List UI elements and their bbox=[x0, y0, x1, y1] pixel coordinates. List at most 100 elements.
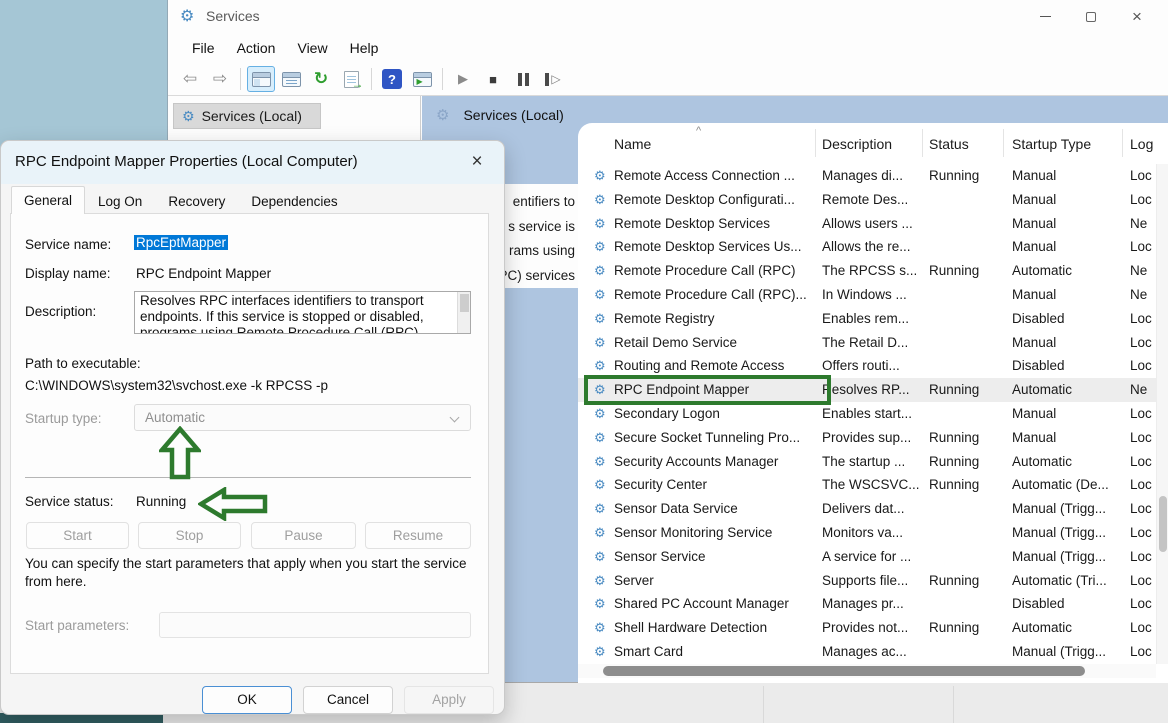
display-name-value: RPC Endpoint Mapper bbox=[136, 266, 271, 281]
sort-ascending-icon: ^ bbox=[696, 125, 701, 137]
resume-button[interactable]: Resume bbox=[365, 522, 471, 549]
service-status bbox=[929, 283, 1007, 307]
column-header-startup-type[interactable]: Startup Type bbox=[1012, 123, 1091, 164]
menu-view[interactable]: View bbox=[286, 36, 338, 60]
show-console-tree-icon[interactable] bbox=[247, 66, 275, 92]
close-button[interactable]: × bbox=[1114, 0, 1160, 33]
table-row[interactable]: ⚙Remote Desktop Configurati...Remote Des… bbox=[578, 188, 1156, 212]
restart-service-icon[interactable]: ▷ bbox=[539, 66, 567, 92]
table-row[interactable]: ⚙Secondary LogonEnables start...ManualLo… bbox=[578, 402, 1156, 426]
forward-icon[interactable]: ⇨ bbox=[206, 66, 234, 92]
service-status: Running bbox=[929, 450, 1007, 474]
service-startup-type: Manual bbox=[1012, 188, 1126, 212]
start-params-input[interactable] bbox=[159, 612, 471, 638]
service-startup-type: Manual bbox=[1012, 331, 1126, 355]
start-button[interactable]: Start bbox=[26, 522, 129, 549]
service-startup-type: Automatic bbox=[1012, 616, 1126, 640]
service-logon: Loc bbox=[1130, 545, 1156, 569]
service-startup-type: Manual bbox=[1012, 402, 1126, 426]
column-header-name[interactable]: Name bbox=[614, 123, 651, 164]
description-scrollbar[interactable] bbox=[457, 292, 470, 333]
tab-recovery[interactable]: Recovery bbox=[155, 189, 238, 214]
service-startup-type: Manual bbox=[1012, 283, 1126, 307]
column-header-status[interactable]: Status bbox=[929, 123, 969, 164]
back-icon[interactable]: ⇦ bbox=[176, 66, 204, 92]
table-row[interactable]: ⚙Retail Demo ServiceThe Retail D...Manua… bbox=[578, 331, 1156, 355]
maximize-button[interactable] bbox=[1068, 0, 1114, 33]
ok-button[interactable]: OK bbox=[202, 686, 292, 714]
service-logon: Loc bbox=[1130, 426, 1156, 450]
service-logon: Loc bbox=[1130, 640, 1156, 664]
column-divider[interactable] bbox=[922, 129, 923, 157]
table-row[interactable]: ⚙Sensor ServiceA service for ...Manual (… bbox=[578, 545, 1156, 569]
menu-help[interactable]: Help bbox=[339, 36, 390, 60]
stop-button[interactable]: Stop bbox=[138, 522, 241, 549]
minimize-button[interactable] bbox=[1022, 0, 1068, 33]
table-row[interactable]: ⚙Shell Hardware DetectionProvides not...… bbox=[578, 616, 1156, 640]
horizontal-scrollbar[interactable] bbox=[578, 664, 1156, 678]
column-header-description[interactable]: Description bbox=[822, 123, 892, 164]
service-gear-icon: ⚙ bbox=[594, 569, 606, 593]
service-gear-icon: ⚙ bbox=[594, 450, 606, 474]
service-name: Remote Access Connection ... bbox=[614, 164, 814, 188]
main-pane-title: Services (Local) bbox=[463, 107, 563, 123]
service-startup-type: Automatic bbox=[1012, 378, 1126, 402]
table-row[interactable]: ⚙Smart CardManages ac...Manual (Trigg...… bbox=[578, 640, 1156, 664]
export-list-icon[interactable]: → bbox=[337, 66, 365, 92]
service-description: The startup ... bbox=[822, 450, 924, 474]
menu-action[interactable]: Action bbox=[226, 36, 287, 60]
service-startup-type: Disabled bbox=[1012, 307, 1126, 331]
table-row[interactable]: ⚙Remote Access Connection ...Manages di.… bbox=[578, 164, 1156, 188]
pause-service-icon[interactable] bbox=[509, 66, 537, 92]
vertical-scrollbar-thumb[interactable] bbox=[1159, 496, 1167, 552]
table-row[interactable]: ⚙Shared PC Account ManagerManages pr...D… bbox=[578, 592, 1156, 616]
service-gear-icon: ⚙ bbox=[594, 307, 606, 331]
tree-item-services-local[interactable]: ⚙ Services (Local) bbox=[173, 103, 321, 129]
service-description: Offers routi... bbox=[822, 354, 924, 378]
toolbar: ⇦ ⇨ ↻ → ? ▶ ▶ ■ ▷ bbox=[168, 63, 1168, 96]
tab-dependencies[interactable]: Dependencies bbox=[238, 189, 350, 214]
service-name: Security Center bbox=[614, 473, 814, 497]
service-description: Resolves RP... bbox=[822, 378, 924, 402]
service-name: Remote Registry bbox=[614, 307, 814, 331]
table-row[interactable]: ⚙Remote Desktop ServicesAllows users ...… bbox=[578, 212, 1156, 236]
background-window-edge bbox=[763, 686, 764, 723]
table-row[interactable]: ⚙Security CenterThe WSCSVC...RunningAuto… bbox=[578, 473, 1156, 497]
properties-icon[interactable] bbox=[277, 66, 305, 92]
column-divider[interactable] bbox=[1003, 129, 1004, 157]
table-row[interactable]: ⚙Secure Socket Tunneling Pro...Provides … bbox=[578, 426, 1156, 450]
start-service-icon[interactable]: ▶ bbox=[449, 66, 477, 92]
refresh-icon[interactable]: ↻ bbox=[307, 66, 335, 92]
table-row[interactable]: ⚙Sensor Data ServiceDelivers dat...Manua… bbox=[578, 497, 1156, 521]
table-row[interactable]: ⚙Security Accounts ManagerThe startup ..… bbox=[578, 450, 1156, 474]
column-divider[interactable] bbox=[1122, 129, 1123, 157]
description-textbox[interactable]: Resolves RPC interfaces identifiers to t… bbox=[134, 291, 471, 334]
tab-log-on[interactable]: Log On bbox=[85, 189, 155, 214]
horizontal-scrollbar-thumb[interactable] bbox=[603, 666, 1085, 676]
pause-button[interactable]: Pause bbox=[251, 522, 356, 549]
dialog-close-icon[interactable]: × bbox=[460, 147, 494, 177]
path-label: Path to executable: bbox=[25, 356, 141, 371]
stop-service-icon[interactable]: ■ bbox=[479, 66, 507, 92]
table-row[interactable]: ⚙Remote Desktop Services Us...Allows the… bbox=[578, 235, 1156, 259]
table-row[interactable]: ⚙Sensor Monitoring ServiceMonitors va...… bbox=[578, 521, 1156, 545]
service-status: Running bbox=[929, 259, 1007, 283]
cancel-button[interactable]: Cancel bbox=[303, 686, 393, 714]
service-name: Secure Socket Tunneling Pro... bbox=[614, 426, 814, 450]
help-icon[interactable]: ? bbox=[378, 66, 406, 92]
menu-file[interactable]: File bbox=[181, 36, 226, 60]
table-row[interactable]: ⚙Remote RegistryEnables rem...DisabledLo… bbox=[578, 307, 1156, 331]
extended-view-icon[interactable]: ▶ bbox=[408, 66, 436, 92]
table-row[interactable]: ⚙ServerSupports file...RunningAutomatic … bbox=[578, 569, 1156, 593]
column-divider[interactable] bbox=[815, 129, 816, 157]
table-row[interactable]: ⚙Remote Procedure Call (RPC)...In Window… bbox=[578, 283, 1156, 307]
table-row[interactable]: ⚙Remote Procedure Call (RPC)The RPCSS s.… bbox=[578, 259, 1156, 283]
column-header-logon[interactable]: Log bbox=[1130, 123, 1153, 164]
vertical-scrollbar[interactable] bbox=[1156, 164, 1168, 664]
dialog-titlebar: RPC Endpoint Mapper Properties (Local Co… bbox=[1, 141, 504, 184]
tab-general[interactable]: General bbox=[11, 186, 85, 214]
apply-button[interactable]: Apply bbox=[404, 686, 494, 714]
service-gear-icon: ⚙ bbox=[594, 331, 606, 355]
service-gear-icon: ⚙ bbox=[594, 259, 606, 283]
up-arrow-annotation bbox=[159, 426, 201, 480]
